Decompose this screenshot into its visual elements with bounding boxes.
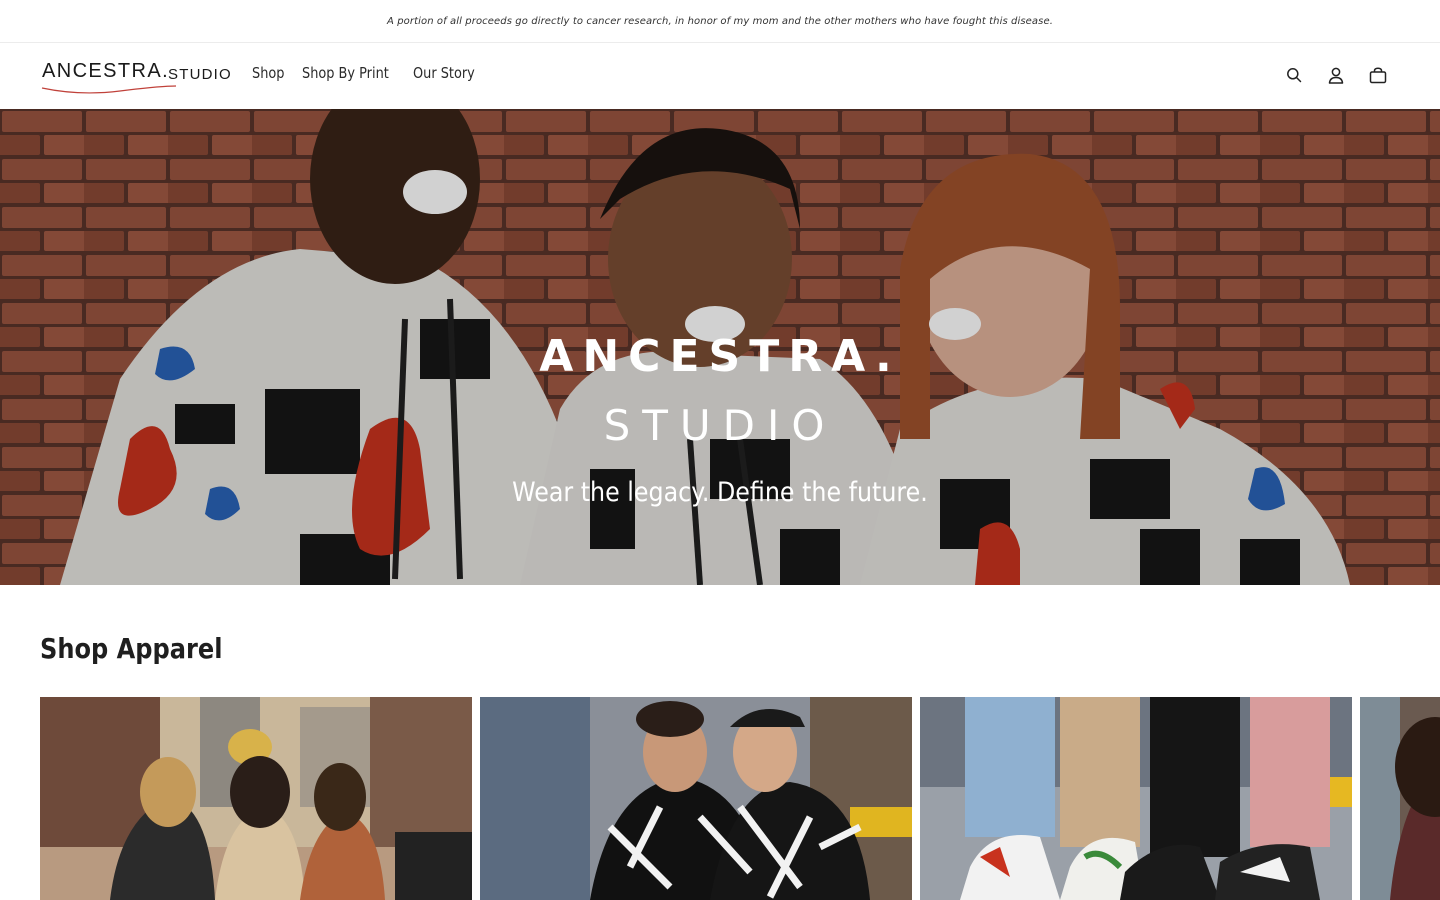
apparel-card-1[interactable] — [40, 697, 472, 900]
cart-icon[interactable] — [1368, 65, 1388, 85]
hero-title-line2: STUDIO — [603, 401, 837, 450]
apparel-card-3[interactable] — [920, 697, 1352, 900]
logo-main-text: ANCESTRA. — [42, 60, 170, 82]
site-header: ANCESTRA. STUDIO Shop Shop By Print Our … — [0, 43, 1440, 109]
search-icon[interactable] — [1284, 65, 1304, 85]
women-walking-street-photo — [40, 697, 472, 900]
logo-sub-text: STUDIO — [168, 66, 232, 83]
header-icons — [1284, 65, 1388, 85]
sneakers-photo — [920, 697, 1352, 900]
nav-shop-by-print[interactable]: Shop By Print — [302, 64, 389, 82]
logo-swoosh — [41, 85, 177, 94]
shop-apparel-heading: Shop Apparel — [40, 632, 223, 665]
announcement-text: A portion of all proceeds go directly to… — [386, 15, 1053, 27]
hero-tagline: Wear the legacy. Define the future. — [512, 477, 928, 508]
apparel-carousel — [40, 697, 1440, 900]
announcement-bar: A portion of all proceeds go directly to… — [0, 0, 1440, 43]
apparel-card-2[interactable] — [480, 697, 912, 900]
nav-our-story[interactable]: Our Story — [413, 64, 475, 82]
main-nav: Shop Shop By Print Our Story — [252, 64, 485, 82]
logo[interactable]: ANCESTRA. STUDIO — [40, 60, 232, 96]
hero-banner: ANCESTRA. STUDIO Wear the legacy. Define… — [0, 109, 1440, 585]
account-icon[interactable] — [1326, 65, 1346, 85]
apparel-card-4[interactable] — [1360, 697, 1440, 900]
partial-card-photo — [1360, 697, 1440, 900]
nav-shop[interactable]: Shop — [252, 64, 284, 82]
men-in-jackets-photo — [480, 697, 912, 900]
hero-title-line1: ANCESTRA. — [539, 331, 901, 382]
